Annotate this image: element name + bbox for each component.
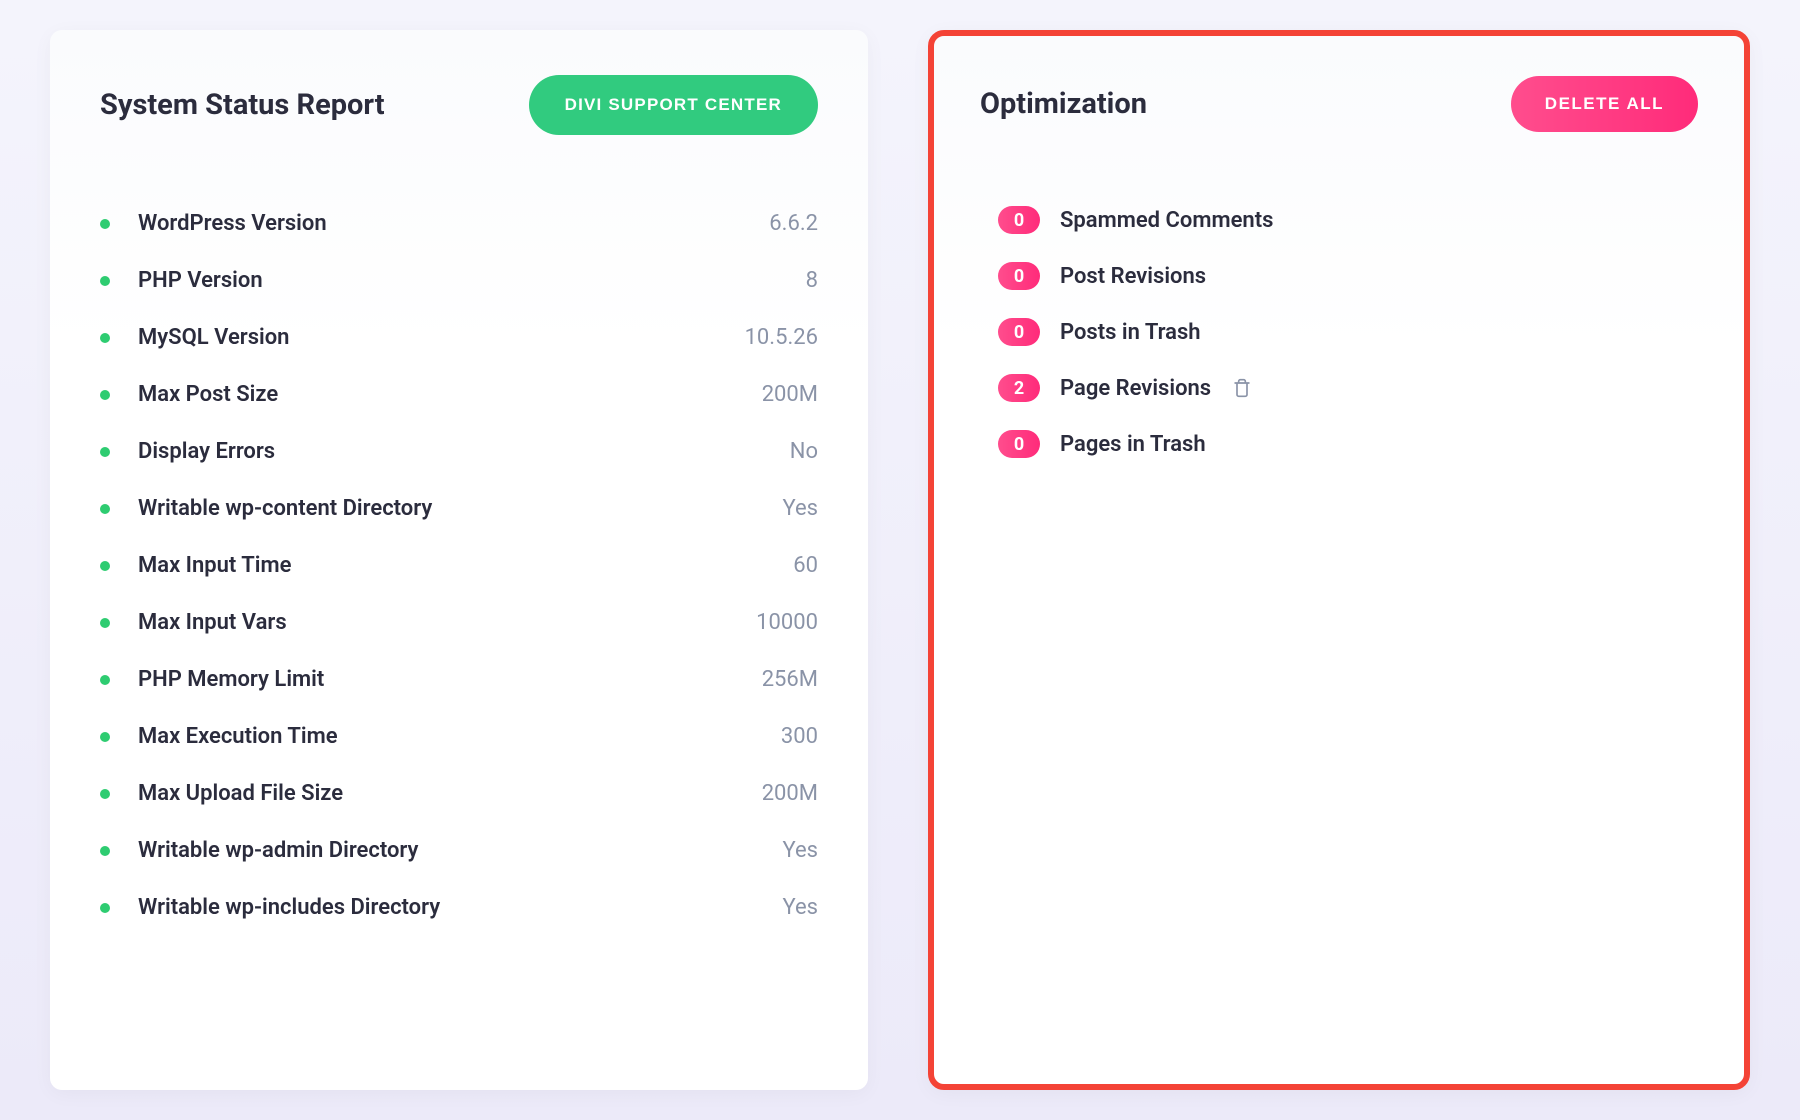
optimization-row: 0 Pages in Trash [998,416,1698,472]
count-badge: 0 [998,430,1040,458]
status-dot-icon [100,732,110,742]
status-value: Yes [782,496,818,521]
status-value: 300 [781,724,818,749]
optimization-label: Pages in Trash [1060,432,1206,457]
status-row: Max Execution Time300 [100,708,818,765]
status-label: Display Errors [138,439,790,464]
status-label: Max Execution Time [138,724,781,749]
status-dot-icon [100,789,110,799]
status-dot-icon [100,675,110,685]
status-label: Max Input Vars [138,610,756,635]
trash-icon[interactable] [1231,377,1253,399]
status-row: Max Post Size200M [100,366,818,423]
optimization-panel: Optimization DELETE ALL 0 Spammed Comment… [928,30,1750,1090]
status-panel-title: System Status Report [100,88,385,122]
status-label: Max Post Size [138,382,762,407]
status-row: Writable wp-admin DirectoryYes [100,822,818,879]
status-value: Yes [782,895,818,920]
status-dot-icon [100,333,110,343]
status-row: MySQL Version10.5.26 [100,309,818,366]
optimization-list: 0 Spammed Comments 0 Post Revisions 0 Posts i… [980,192,1698,472]
status-dot-icon [100,846,110,856]
count-badge: 0 [998,206,1040,234]
optimization-row: 0 Spammed Comments [998,192,1698,248]
optimization-label: Post Revisions [1060,264,1206,289]
status-dot-icon [100,447,110,457]
status-label: WordPress Version [138,211,769,236]
optimization-row: 2 Page Revisions [998,360,1698,416]
status-dot-icon [100,504,110,514]
status-label: PHP Memory Limit [138,667,762,692]
status-list: WordPress Version6.6.2PHP Version8MySQL … [100,195,818,936]
optimization-panel-title: Optimization [980,87,1147,121]
status-row: Max Upload File Size200M [100,765,818,822]
count-badge: 0 [998,318,1040,346]
status-value: 8 [806,268,818,293]
status-label: Writable wp-admin Directory [138,838,782,863]
system-status-panel: System Status Report DIVI SUPPORT CENTER… [50,30,868,1090]
status-label: Max Input Time [138,553,793,578]
status-row: Writable wp-includes DirectoryYes [100,879,818,936]
optimization-row: 0 Posts in Trash [998,304,1698,360]
status-value: 10.5.26 [745,325,818,350]
status-value: 10000 [756,610,818,635]
status-dot-icon [100,903,110,913]
status-value: 60 [793,553,818,578]
status-value: 256M [762,667,818,692]
status-row: WordPress Version6.6.2 [100,195,818,252]
status-row: Max Input Vars10000 [100,594,818,651]
status-row: PHP Memory Limit256M [100,651,818,708]
status-panel-header: System Status Report DIVI SUPPORT CENTER [100,75,818,135]
status-label: MySQL Version [138,325,745,350]
optimization-label: Page Revisions [1060,376,1211,401]
divi-support-center-button[interactable]: DIVI SUPPORT CENTER [529,75,818,135]
status-value: 200M [762,382,818,407]
status-dot-icon [100,390,110,400]
status-dot-icon [100,276,110,286]
status-row: Writable wp-content DirectoryYes [100,480,818,537]
status-row: PHP Version8 [100,252,818,309]
status-dot-icon [100,618,110,628]
status-dot-icon [100,219,110,229]
status-label: PHP Version [138,268,806,293]
status-row: Display ErrorsNo [100,423,818,480]
status-label: Max Upload File Size [138,781,762,806]
status-value: 200M [762,781,818,806]
status-label: Writable wp-includes Directory [138,895,782,920]
optimization-label: Spammed Comments [1060,208,1273,233]
status-value: 6.6.2 [769,211,818,236]
optimization-panel-header: Optimization DELETE ALL [980,76,1698,132]
status-row: Max Input Time60 [100,537,818,594]
optimization-label: Posts in Trash [1060,320,1201,345]
status-label: Writable wp-content Directory [138,496,782,521]
status-value: Yes [782,838,818,863]
status-dot-icon [100,561,110,571]
count-badge: 0 [998,262,1040,290]
optimization-row: 0 Post Revisions [998,248,1698,304]
status-value: No [790,439,818,464]
delete-all-button[interactable]: DELETE ALL [1511,76,1698,132]
count-badge: 2 [998,374,1040,402]
